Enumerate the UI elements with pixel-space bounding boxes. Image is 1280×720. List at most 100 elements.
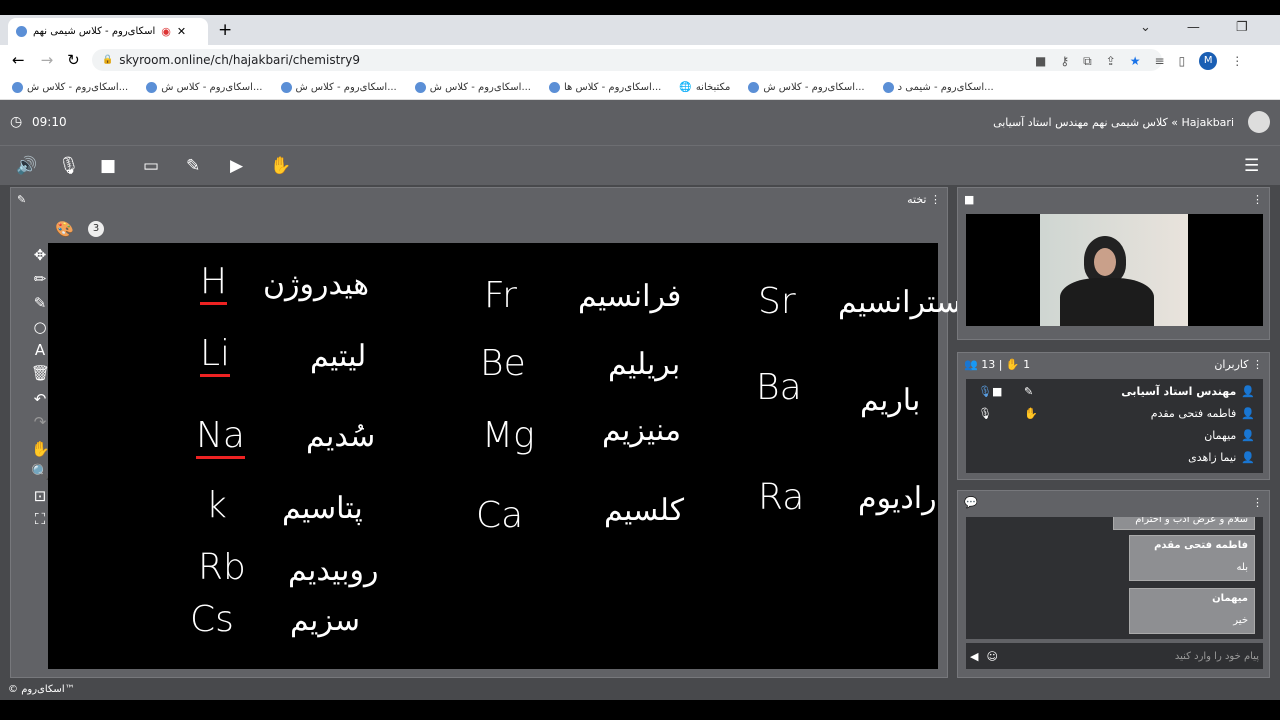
toolbar: 🔊 🎙 ■ ▭ ✎ ▶ ✋ ☰ (0, 145, 1280, 185)
handwriting: سُدیم (306, 419, 376, 454)
palette-icon[interactable]: 🎨 (55, 220, 74, 238)
camera-icon[interactable]: ■ (1035, 54, 1046, 68)
chat-panel: 💬 ⋮ سلام و عرض ادب و احترام فاطمه فتحی مق… (957, 490, 1270, 678)
bookmark[interactable]: اسکای‌روم - کلاس ش... (12, 81, 128, 93)
camera-icon[interactable]: ■ (100, 156, 116, 176)
handwriting: Na (196, 415, 245, 459)
zoom-icon[interactable]: 🔍 (31, 463, 50, 481)
pencil-icon[interactable]: ✏ (31, 270, 49, 288)
panel-title: کاربران (1214, 357, 1249, 371)
pen-icon[interactable]: ✎ (17, 193, 26, 206)
handwriting: Rb (198, 547, 246, 588)
class-timer: 09:10 (32, 115, 67, 129)
more-options-icon[interactable]: ⋮ (930, 193, 941, 206)
new-tab-button[interactable]: + (218, 20, 232, 40)
browser-tab[interactable]: ✕ ◉ اسکای‌روم - کلاس شیمی نهم (8, 18, 208, 45)
more-options-icon[interactable]: ⋮ (1252, 358, 1263, 371)
mic-icon[interactable]: 🎙 (978, 385, 992, 398)
menu-icon[interactable]: ⋮ (1231, 54, 1243, 68)
clock-icon: ◷ (10, 114, 23, 130)
user-row[interactable]: 👤 فاطمه فتحی مقدم (1151, 407, 1255, 420)
reload-icon[interactable]: ↻ (67, 51, 80, 69)
redo-icon[interactable]: ↷ (31, 413, 49, 431)
marker-icon[interactable]: ✎ (31, 294, 49, 312)
side-panel-icon[interactable]: ▯ (1179, 54, 1186, 68)
pan-hand-icon[interactable]: ✋ (31, 440, 50, 458)
pen-icon[interactable]: ✎ (186, 156, 200, 176)
bookmark[interactable]: اسکای‌روم - کلاس ش... (146, 81, 263, 93)
maximize-button[interactable]: ❐ (1236, 20, 1248, 35)
user-row[interactable]: 👤 مهندس استاد آسیابی (1121, 385, 1255, 398)
bookmark[interactable]: اسکای‌روم - کلاس ها... (549, 81, 661, 93)
emoji-icon[interactable]: ☺ (986, 650, 997, 663)
more-options-icon[interactable]: ⋮ (1252, 193, 1263, 206)
profile-avatar[interactable]: M (1199, 52, 1218, 70)
recording-icon: ◉ (161, 25, 171, 38)
hamburger-menu-icon[interactable]: ☰ (1244, 156, 1259, 176)
whiteboard-canvas[interactable]: H هیدروژن Li لیتیم Na سُدیم k پتاسیم Rb … (48, 243, 970, 669)
handwriting: Sr (758, 281, 796, 322)
panel-title: تخته (907, 192, 927, 206)
video-panel: ■ ⋮ (957, 187, 1270, 340)
key-icon[interactable]: ⚷ (1060, 54, 1069, 68)
bookmark[interactable]: اسکای‌روم - کلاس ش... (414, 81, 531, 93)
handwriting: لیتیم (310, 339, 367, 374)
lock-icon: 🔒 (102, 55, 114, 65)
reading-list-icon[interactable]: ≡ (1155, 54, 1165, 68)
back-icon[interactable]: ← (12, 51, 25, 69)
handwriting: فرانسیم (578, 279, 682, 314)
webcam-video[interactable] (1040, 214, 1188, 326)
chat-input-bar: ◀ ☺ (966, 643, 1263, 669)
bookmark[interactable]: اسکای‌روم - کلاس ش... (748, 81, 865, 93)
move-icon[interactable]: ✥ (31, 246, 49, 264)
handwriting: Mg (482, 415, 535, 456)
handwriting: H (200, 261, 228, 305)
handwriting: رادیوم (858, 481, 937, 516)
speaker-icon[interactable]: 🔊 (16, 156, 37, 176)
media-icon[interactable]: ▶ (230, 156, 243, 176)
url-field[interactable]: 🔒 skyroom.online/ch/hajakbari/chemistry9 (92, 49, 1162, 71)
user-row[interactable]: 👤 نیما زاهدی (1188, 451, 1255, 464)
handwriting: Ba (756, 367, 802, 408)
bookmark[interactable]: 🌐 مکتبخانه (679, 82, 730, 93)
trash-icon[interactable]: 🗑 (31, 364, 50, 382)
more-options-icon[interactable]: ⋮ (1252, 496, 1263, 509)
send-icon[interactable]: ◀ (970, 650, 978, 663)
hand-icon[interactable]: ✋ (1024, 407, 1038, 420)
text-icon[interactable]: A (31, 341, 49, 359)
fit-icon[interactable]: ⊡ (31, 487, 49, 505)
chat-message: سلام و عرض ادب و احترام (1113, 517, 1255, 530)
mic-icon[interactable]: 🎙 (978, 407, 992, 420)
chat-icon: 💬 (964, 495, 978, 509)
bookmark[interactable]: اسکای‌روم - شیمی د... (882, 81, 994, 93)
hand-count: 1 (1023, 357, 1031, 371)
fullscreen-icon[interactable]: ⛶ (31, 510, 49, 528)
screen-share-icon[interactable]: ▭ (143, 156, 159, 176)
bookmark-star-icon[interactable]: ★ (1130, 54, 1141, 68)
bookmarks-bar: اسکای‌روم - کلاس ش... اسکای‌روم - کلاس ش… (0, 75, 1280, 100)
close-tab-icon[interactable]: ✕ (177, 25, 186, 38)
chat-message: میهمان خیر (1129, 588, 1255, 634)
footer-copyright: © اسکای‌روم™ (8, 684, 75, 695)
mic-icon[interactable]: 🎙 (58, 156, 80, 176)
handwriting: سزیم (290, 603, 361, 638)
user-row[interactable]: 👤 میهمان (1204, 429, 1255, 442)
user-icon: 👤 (1241, 385, 1255, 398)
chat-input[interactable] (1005, 650, 1259, 662)
app-header: ◷ 09:10 Hajakbari » کلاس شیمی نهم مهندس … (0, 100, 1280, 145)
share-icon[interactable]: ⇪ (1106, 54, 1116, 68)
handwriting: منیزیم (602, 413, 682, 448)
raise-hand-icon[interactable]: ✋ (270, 156, 291, 176)
user-avatar[interactable] (1248, 111, 1270, 133)
tab-search-icon[interactable]: ⌄ (1140, 20, 1151, 35)
handwriting: k (206, 485, 227, 526)
pen-icon[interactable]: ✎ (1024, 385, 1033, 398)
translate-icon[interactable]: ⧉ (1083, 54, 1092, 69)
page-badge: 3 (88, 221, 104, 237)
camera-icon[interactable]: ■ (992, 385, 1002, 398)
undo-icon[interactable]: ↶ (31, 390, 49, 408)
bookmark[interactable]: اسکای‌روم - کلاس ش... (280, 81, 397, 93)
forward-icon[interactable]: → (41, 51, 54, 69)
circle-icon[interactable]: ○ (31, 318, 49, 336)
minimize-button[interactable]: — (1187, 20, 1200, 35)
